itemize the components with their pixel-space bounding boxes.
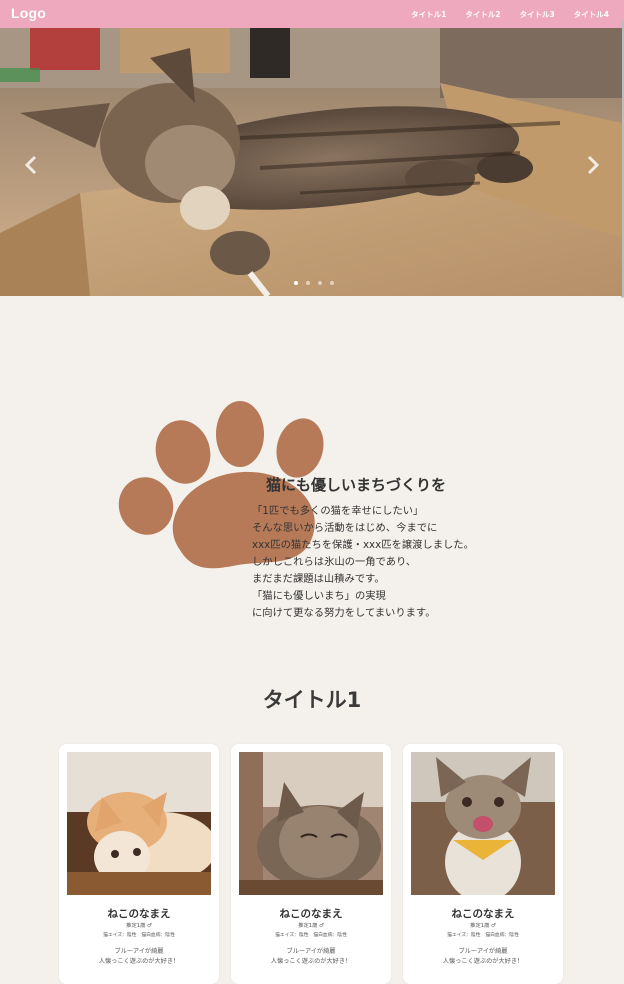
cat-card[interactable]: ねこのなまえ 推定1歳 ♂ 猫エイズ：陰性 猫白血病：陰性 ブルーアイが綺麗 人… xyxy=(59,744,219,984)
intro-line: に向けて更なる努力をしてまいります。 xyxy=(252,607,436,619)
cat-age: 推定1歳 ♂ xyxy=(470,923,496,929)
hero-image xyxy=(0,28,622,296)
carousel-next-button[interactable] xyxy=(584,154,602,176)
cat-description: 人懐っこく遊ぶのが大好き！ xyxy=(98,958,180,965)
intro-title: 猫にも優しいまちづくりを xyxy=(266,476,447,494)
nav-item-title2[interactable]: タイトル2 xyxy=(465,9,500,20)
carousel-dot-3[interactable] xyxy=(318,281,322,285)
intro-line: まだまだ課題は山積みです。 xyxy=(252,573,385,585)
cat-description: 人懐っこく遊ぶのが大好き！ xyxy=(442,958,524,965)
nav-item-title3[interactable]: タイトル3 xyxy=(520,9,555,20)
intro-line: 「猫にも優しいまち」の実現 xyxy=(252,590,386,602)
cat-name: ねこのなまえ xyxy=(451,908,515,920)
cat-description: ブルーアイが綺麗 xyxy=(458,948,508,955)
cat-photo xyxy=(411,752,555,895)
nav-item-title1[interactable]: タイトル1 xyxy=(411,9,446,20)
hero-carousel xyxy=(0,28,622,296)
chevron-left-icon xyxy=(24,155,37,175)
cat-name: ねこのなまえ xyxy=(107,908,171,920)
nav-item-title4[interactable]: タイトル4 xyxy=(574,9,609,20)
carousel-indicators xyxy=(294,281,334,285)
cat-age: 推定1歳 ♂ xyxy=(126,923,152,929)
cat-photo xyxy=(239,752,383,895)
intro-text: 「1匹でも多くの猫を幸せにしたい」 そんな思いから活動をはじめ、今までに xxx… xyxy=(252,503,512,622)
cat-description: 人懐っこく遊ぶのが大好き！ xyxy=(270,958,352,965)
cat-card[interactable]: ねこのなまえ 推定1歳 ♂ 猫エイズ：陰性 猫白血病：陰性 ブルーアイが綺麗 人… xyxy=(403,744,563,984)
cat-description: ブルーアイが綺麗 xyxy=(114,948,164,955)
intro-line: そんな思いから活動をはじめ、今までに xyxy=(252,522,438,534)
cat-health: 猫エイズ：陰性 猫白血病：陰性 xyxy=(447,933,519,938)
logo[interactable]: Logo xyxy=(11,5,46,21)
cat-photo xyxy=(67,752,211,895)
site-header: Logo タイトル1 タイトル2 タイトル3 タイトル4 xyxy=(0,0,624,28)
intro-line: xxx匹の猫たちを保護・xxx匹を譲渡しました。 xyxy=(252,539,474,551)
cat-age: 推定1歳 ♂ xyxy=(298,923,324,929)
cat-card[interactable]: ねこのなまえ 推定1歳 ♂ 猫エイズ：陰性 猫白血病：陰性 ブルーアイが綺麗 人… xyxy=(231,744,391,984)
main-nav: タイトル1 タイトル2 タイトル3 タイトル4 xyxy=(411,9,609,20)
cat-health: 猫エイズ：陰性 猫白血病：陰性 xyxy=(275,933,347,938)
cat-description: ブルーアイが綺麗 xyxy=(286,948,336,955)
carousel-dot-4[interactable] xyxy=(330,281,334,285)
intro-line: しかしこれらは氷山の一角であり、 xyxy=(252,556,417,568)
section-title: タイトル1 xyxy=(262,688,362,712)
carousel-dot-2[interactable] xyxy=(306,281,310,285)
carousel-prev-button[interactable] xyxy=(22,154,40,176)
chevron-right-icon xyxy=(587,155,600,175)
carousel-dot-1[interactable] xyxy=(294,281,298,285)
intro-line: 「1匹でも多くの猫を幸せにしたい」 xyxy=(252,505,424,517)
cat-health: 猫エイズ：陰性 猫白血病：陰性 xyxy=(103,933,175,938)
cat-name: ねこのなまえ xyxy=(279,908,343,920)
